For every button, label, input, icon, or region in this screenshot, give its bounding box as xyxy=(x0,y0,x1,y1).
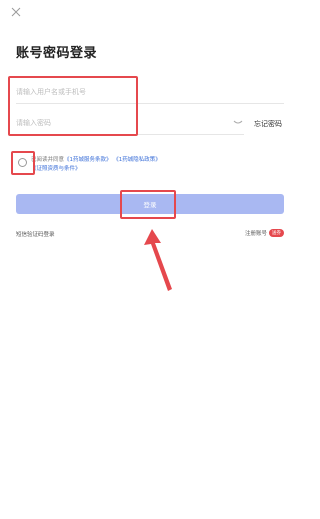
sms-login-link[interactable]: 短信验证码登录 xyxy=(16,230,55,238)
username-input[interactable] xyxy=(16,80,284,103)
agreement-text: 已阅读并同意《1药城服务条款》 《1药城隐私政策》《证照资质与条件》 xyxy=(31,156,191,174)
page-title: 账号密码登录 xyxy=(16,46,98,61)
eye-closed-icon xyxy=(233,120,243,124)
register-link[interactable]: 注册账号 送券 xyxy=(245,229,284,237)
toggle-password-visibility[interactable] xyxy=(232,117,244,129)
agreement-radio[interactable] xyxy=(18,158,27,167)
close-icon xyxy=(11,7,21,17)
password-field[interactable] xyxy=(16,111,244,135)
cert-conditions-link[interactable]: 《证照资质与条件》 xyxy=(31,166,81,172)
username-field[interactable] xyxy=(16,80,284,104)
coupon-badge: 送券 xyxy=(269,229,284,237)
annotation-arrow xyxy=(144,229,172,291)
forgot-password-link[interactable]: 忘记密码 xyxy=(254,119,282,129)
agreement-prefix: 已阅读并同意 xyxy=(31,157,65,163)
close-button[interactable] xyxy=(8,4,24,20)
agreement-row: 已阅读并同意《1药城服务条款》 《1药城隐私政策》《证照资质与条件》 xyxy=(18,156,191,174)
login-button[interactable]: 登录 xyxy=(16,194,284,214)
service-terms-link[interactable]: 《1药城服务条款》 xyxy=(64,157,112,163)
register-label: 注册账号 xyxy=(244,231,267,237)
password-input[interactable] xyxy=(16,111,244,134)
privacy-policy-link[interactable]: 《1药城隐私政策》 xyxy=(113,157,161,163)
